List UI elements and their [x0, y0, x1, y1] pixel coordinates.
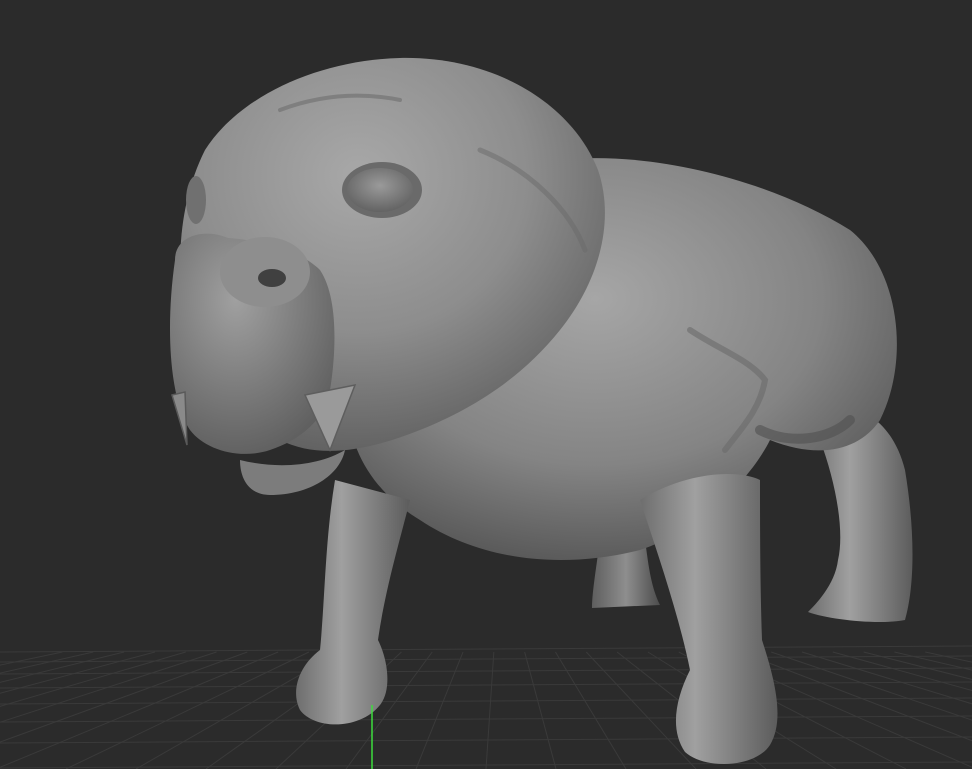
grid-column-line [485, 651, 495, 769]
grid-column-line [0, 651, 94, 674]
floor-grid [0, 645, 972, 769]
grid-column-line [415, 651, 464, 769]
grid-column-line [863, 651, 972, 680]
grid-column-line [0, 651, 125, 683]
3d-viewport[interactable] [0, 0, 972, 769]
grid-column-line [524, 651, 557, 769]
grid-column-line [65, 651, 310, 769]
dog-model[interactable] [170, 57, 913, 765]
front-leg-near [640, 474, 778, 765]
grid-column-line [0, 651, 279, 768]
eye-near-ball [347, 168, 413, 212]
viewport-canvas[interactable] [0, 0, 972, 769]
grid-row-line [0, 645, 972, 653]
lower-jaw [240, 450, 345, 495]
grid-column-line [0, 651, 186, 707]
grid-column-line [555, 651, 627, 769]
front-leg-far [296, 480, 410, 725]
fang-far [171, 391, 188, 446]
eye-far [186, 176, 206, 224]
nostril [258, 269, 286, 287]
grid-column-line [832, 651, 972, 692]
grid-column-line [0, 651, 156, 694]
grid-row-line [0, 715, 972, 723]
grid-column-line [801, 651, 972, 705]
grid-column-line [0, 651, 217, 723]
grid-row-line [0, 736, 972, 744]
